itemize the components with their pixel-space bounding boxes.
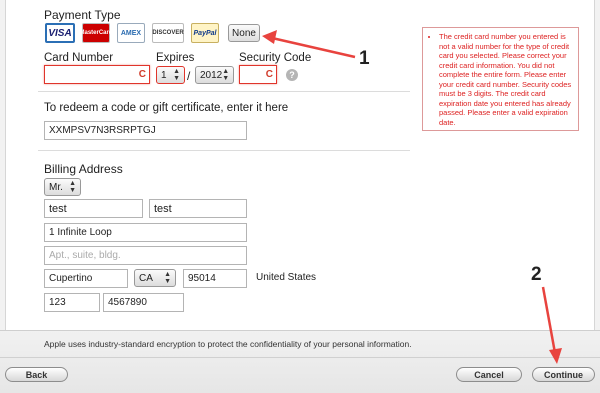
section-divider: [38, 150, 410, 151]
phone-input[interactable]: 4567890: [103, 293, 184, 312]
expires-year-value: 2012: [200, 69, 223, 81]
state-value: CA: [139, 272, 153, 284]
cancel-button[interactable]: Cancel: [456, 367, 522, 382]
footer-divider: [0, 357, 600, 358]
payment-type-heading: Payment Type: [44, 8, 121, 22]
error-message: The credit card number you entered is no…: [439, 32, 574, 127]
country-label: United States: [256, 272, 317, 283]
address-line2-input[interactable]: Apt., suite, bldg.: [44, 246, 247, 265]
last-name-input[interactable]: test: [149, 199, 247, 218]
select-arrows-icon: ▲ ▼: [164, 271, 171, 285]
section-divider: [38, 91, 410, 92]
redeem-code-input[interactable]: XXMPSV7N3RSRPTGJ: [44, 121, 247, 140]
select-arrows-icon: ▲ ▼: [173, 68, 180, 82]
paypal-card-option[interactable]: PayPal: [191, 23, 219, 43]
area-code-input[interactable]: 123: [44, 293, 100, 312]
state-select[interactable]: CA ▲ ▼: [134, 269, 176, 287]
security-code-label: Security Code: [239, 52, 312, 64]
discover-card-option[interactable]: DISCOVER: [152, 23, 184, 43]
card-autofill-icon: C: [265, 69, 273, 80]
error-message-box: The credit card number you entered is no…: [422, 27, 579, 131]
back-button[interactable]: Back: [5, 367, 68, 382]
expires-month-value: 1: [161, 69, 167, 81]
title-value: Mr.: [49, 181, 63, 193]
card-number-label: Card Number: [44, 52, 114, 64]
card-number-input[interactable]: C: [44, 65, 150, 84]
city-input[interactable]: Cupertino: [44, 269, 128, 288]
billing-address-heading: Billing Address: [44, 162, 123, 176]
title-select[interactable]: Mr. ▲ ▼: [44, 178, 81, 196]
visa-card-option[interactable]: VISA: [45, 23, 75, 43]
card-autofill-icon: C: [138, 69, 146, 80]
mastercard-card-option[interactable]: MasterCard: [80, 23, 113, 43]
window-frame-right: [594, 0, 600, 330]
expires-separator: /: [187, 69, 191, 83]
select-arrows-icon: ▲ ▼: [69, 180, 76, 194]
security-note: Apple uses industry-standard encryption …: [44, 339, 412, 349]
expires-month-select[interactable]: 1 ▲ ▼: [156, 66, 185, 84]
select-arrows-icon: ▲ ▼: [222, 68, 230, 82]
redeem-code-label: To redeem a code or gift certificate, en…: [44, 102, 289, 114]
expires-year-select[interactable]: 2012 ▲ ▼: [195, 66, 234, 84]
annotation-marker-2: 2: [531, 264, 542, 285]
expires-label: Expires: [156, 52, 195, 64]
first-name-input[interactable]: test: [44, 199, 143, 218]
help-icon[interactable]: ?: [286, 69, 298, 81]
amex-card-option[interactable]: AMEX: [117, 23, 145, 43]
annotation-marker-1: 1: [359, 48, 370, 69]
continue-button[interactable]: Continue: [532, 367, 595, 382]
security-code-input[interactable]: C: [239, 65, 277, 84]
none-payment-button[interactable]: None: [228, 24, 260, 42]
address-line1-input[interactable]: 1 Infinite Loop: [44, 223, 247, 242]
zip-input[interactable]: 95014: [183, 269, 247, 288]
